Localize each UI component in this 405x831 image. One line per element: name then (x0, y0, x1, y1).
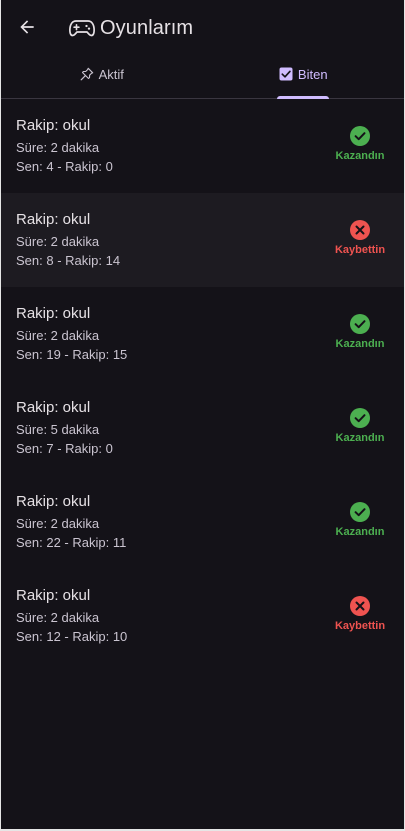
opponent-name: Rakip: okul (16, 117, 91, 134)
result-badge: Kazandın (330, 126, 390, 162)
tab-aktif[interactable]: Aktif (1, 54, 203, 98)
app-bar: Oyunlarım (1, 0, 404, 54)
game-score: Sen: 7 - Rakip: 0 (16, 441, 113, 456)
result-label: Kazandın (335, 432, 385, 444)
check-circle-icon (350, 408, 370, 428)
game-duration: Süre: 2 dakika (16, 610, 100, 625)
game-row[interactable]: Rakip: okul Süre: 2 dakika Sen: 19 - Rak… (1, 287, 404, 381)
result-label: Kaybettin (334, 244, 386, 256)
result-label: Kaybettin (334, 620, 386, 632)
game-score: Sen: 4 - Rakip: 0 (16, 159, 113, 174)
game-score: Sen: 22 - Rakip: 11 (16, 535, 127, 550)
check-circle-icon (350, 502, 370, 522)
game-duration: Süre: 2 dakika (16, 516, 100, 531)
checkbox-icon (279, 67, 293, 81)
result-label: Kazandın (335, 526, 385, 538)
tab-biten[interactable]: Biten (203, 54, 405, 99)
result-badge: Kaybettin (330, 220, 390, 256)
result-badge: Kazandın (330, 314, 390, 350)
tab-biten-label: Biten (297, 66, 328, 82)
game-row[interactable]: Rakip: okul Süre: 2 dakika Sen: 22 - Rak… (1, 475, 404, 569)
cancel-circle-icon (350, 596, 370, 616)
game-score: Sen: 19 - Rakip: 15 (16, 347, 128, 362)
game-row[interactable]: Rakip: okul Süre: 2 dakika Sen: 12 - Rak… (1, 569, 404, 663)
result-badge: Kazandın (330, 502, 390, 538)
game-duration: Süre: 2 dakika (16, 140, 100, 155)
tab-bar: Aktif Biten (1, 54, 404, 99)
game-row[interactable]: Rakip: okul Süre: 2 dakika Sen: 4 - Raki… (1, 99, 404, 193)
game-score: Sen: 8 - Rakip: 14 (16, 253, 121, 268)
page-title: Oyunlarım (100, 16, 194, 39)
result-badge: Kazandın (330, 408, 390, 444)
result-badge: Kaybettin (330, 596, 390, 632)
cancel-circle-icon (350, 220, 370, 240)
game-row[interactable]: Rakip: okul Süre: 2 dakika Sen: 8 - Raki… (1, 193, 404, 287)
tab-aktif-label: Aktif (98, 66, 124, 82)
result-label: Kazandın (335, 150, 385, 162)
game-list: Rakip: okul Süre: 2 dakika Sen: 4 - Raki… (1, 99, 404, 663)
gamepad-icon (69, 18, 95, 38)
title-group: Oyunlarım (69, 14, 193, 42)
game-duration: Süre: 5 dakika (16, 422, 100, 437)
app-screen: Oyunlarım Aktif Biten Rakip: okul Süre: … (1, 0, 404, 829)
opponent-name: Rakip: okul (16, 305, 91, 322)
game-row[interactable]: Rakip: okul Süre: 5 dakika Sen: 7 - Raki… (1, 381, 404, 475)
pin-icon (80, 67, 94, 81)
opponent-name: Rakip: okul (16, 211, 91, 228)
game-duration: Süre: 2 dakika (16, 234, 100, 249)
opponent-name: Rakip: okul (16, 399, 91, 416)
check-circle-icon (350, 314, 370, 334)
arrow-left-icon (20, 20, 34, 34)
result-label: Kazandın (335, 338, 385, 350)
game-score: Sen: 12 - Rakip: 10 (16, 629, 128, 644)
game-duration: Süre: 2 dakika (16, 328, 100, 343)
back-button[interactable] (13, 13, 41, 41)
opponent-name: Rakip: okul (16, 493, 91, 510)
opponent-name: Rakip: okul (16, 587, 91, 604)
check-circle-icon (350, 126, 370, 146)
